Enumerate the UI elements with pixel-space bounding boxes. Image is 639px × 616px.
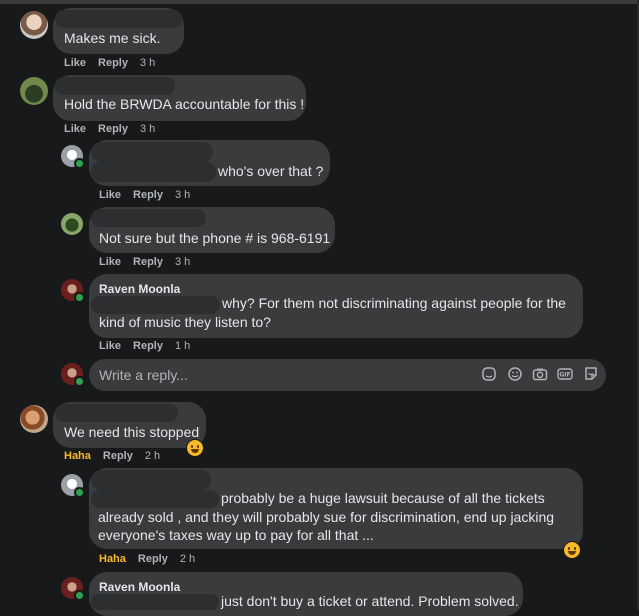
comment-text: Hold the BRWDA accountable for this ! bbox=[64, 96, 305, 112]
like-button[interactable]: Like bbox=[64, 57, 86, 69]
online-status-icon bbox=[74, 487, 85, 498]
like-button[interactable]: Like bbox=[64, 123, 86, 135]
redacted-name bbox=[55, 404, 178, 422]
timestamp[interactable]: 3 h bbox=[140, 57, 155, 69]
online-status-icon bbox=[74, 376, 85, 387]
comment-author[interactable]: Raven Moonla bbox=[99, 580, 180, 594]
comment-text-line: probably be a huge lawsuit because of al… bbox=[221, 490, 545, 506]
top-divider bbox=[0, 0, 639, 4]
comment-actions: Like Reply 3 h bbox=[64, 123, 167, 135]
timestamp[interactable]: 3 h bbox=[175, 189, 190, 201]
redacted-text bbox=[91, 162, 216, 182]
haha-emoji-icon[interactable] bbox=[563, 541, 581, 559]
comment-actions: Haha Reply 2 h bbox=[99, 553, 207, 565]
timestamp[interactable]: 2 h bbox=[145, 450, 160, 462]
camera-icon[interactable] bbox=[532, 366, 548, 382]
reply-input[interactable]: Write a reply... GIF bbox=[89, 359, 606, 391]
timestamp[interactable]: 2 h bbox=[180, 553, 195, 565]
sticker-icon[interactable] bbox=[583, 366, 599, 382]
comment-text-line: already sold , and they will probably su… bbox=[98, 509, 555, 525]
reply-button[interactable]: Reply bbox=[138, 553, 168, 565]
online-status-icon bbox=[74, 158, 85, 169]
redacted-text bbox=[91, 296, 220, 314]
reply-button[interactable]: Reply bbox=[98, 123, 128, 135]
haha-reaction-button[interactable]: Haha bbox=[64, 450, 91, 462]
redacted-text bbox=[91, 594, 219, 610]
comment-text-line: everyone's taxes way up to pay for all t… bbox=[98, 527, 374, 543]
reply-button[interactable]: Reply bbox=[133, 340, 163, 352]
reply-placeholder: Write a reply... bbox=[99, 367, 188, 383]
comment-text-line: kind of music they listen to? bbox=[99, 314, 271, 330]
comment-actions: Like Reply 1 h bbox=[99, 340, 202, 352]
like-button[interactable]: Like bbox=[99, 256, 121, 268]
comment-actions: Like Reply 3 h bbox=[64, 57, 167, 69]
redacted-text bbox=[91, 490, 219, 508]
comment-actions: Haha Reply 2 h bbox=[64, 450, 172, 462]
comment-actions: Like Reply 3 h bbox=[99, 256, 202, 268]
comment-text-line: why? For them not discriminating against… bbox=[222, 295, 566, 311]
haha-emoji-icon[interactable] bbox=[186, 439, 204, 457]
svg-text:GIF: GIF bbox=[559, 372, 570, 379]
online-status-icon bbox=[74, 292, 85, 303]
avatar[interactable] bbox=[20, 11, 48, 39]
comment-text: Makes me sick. bbox=[64, 30, 161, 46]
like-button[interactable]: Like bbox=[99, 189, 121, 201]
comment-text: We need this stopped bbox=[64, 424, 200, 440]
redacted-name bbox=[55, 10, 182, 28]
redacted-name bbox=[91, 209, 206, 227]
reply-button[interactable]: Reply bbox=[98, 57, 128, 69]
timestamp[interactable]: 1 h bbox=[175, 340, 190, 352]
reply-button[interactable]: Reply bbox=[133, 256, 163, 268]
comment-actions: Like Reply 3 h bbox=[99, 189, 202, 201]
avatar[interactable] bbox=[20, 405, 48, 433]
timestamp[interactable]: 3 h bbox=[140, 123, 155, 135]
avatar[interactable] bbox=[20, 77, 48, 105]
avatar-sticker-icon[interactable] bbox=[481, 366, 497, 382]
timestamp[interactable]: 3 h bbox=[175, 256, 190, 268]
reply-button[interactable]: Reply bbox=[133, 189, 163, 201]
avatar[interactable] bbox=[61, 213, 83, 235]
emoji-icon[interactable] bbox=[507, 366, 523, 382]
online-status-icon bbox=[74, 590, 85, 601]
redacted-name bbox=[91, 470, 211, 490]
comment-text: Not sure but the phone # is 968-6191 bbox=[99, 230, 331, 246]
redacted-name bbox=[55, 77, 175, 95]
comment-text: who's over that ? bbox=[218, 163, 324, 179]
reply-button[interactable]: Reply bbox=[103, 450, 133, 462]
like-button[interactable]: Like bbox=[99, 340, 121, 352]
comment-author[interactable]: Raven Moonla bbox=[99, 282, 180, 296]
gif-icon[interactable]: GIF bbox=[557, 366, 573, 382]
comment-text-line: just don't buy a ticket or attend. Probl… bbox=[221, 593, 519, 609]
haha-reaction-button[interactable]: Haha bbox=[99, 553, 126, 565]
redacted-name bbox=[91, 142, 213, 162]
